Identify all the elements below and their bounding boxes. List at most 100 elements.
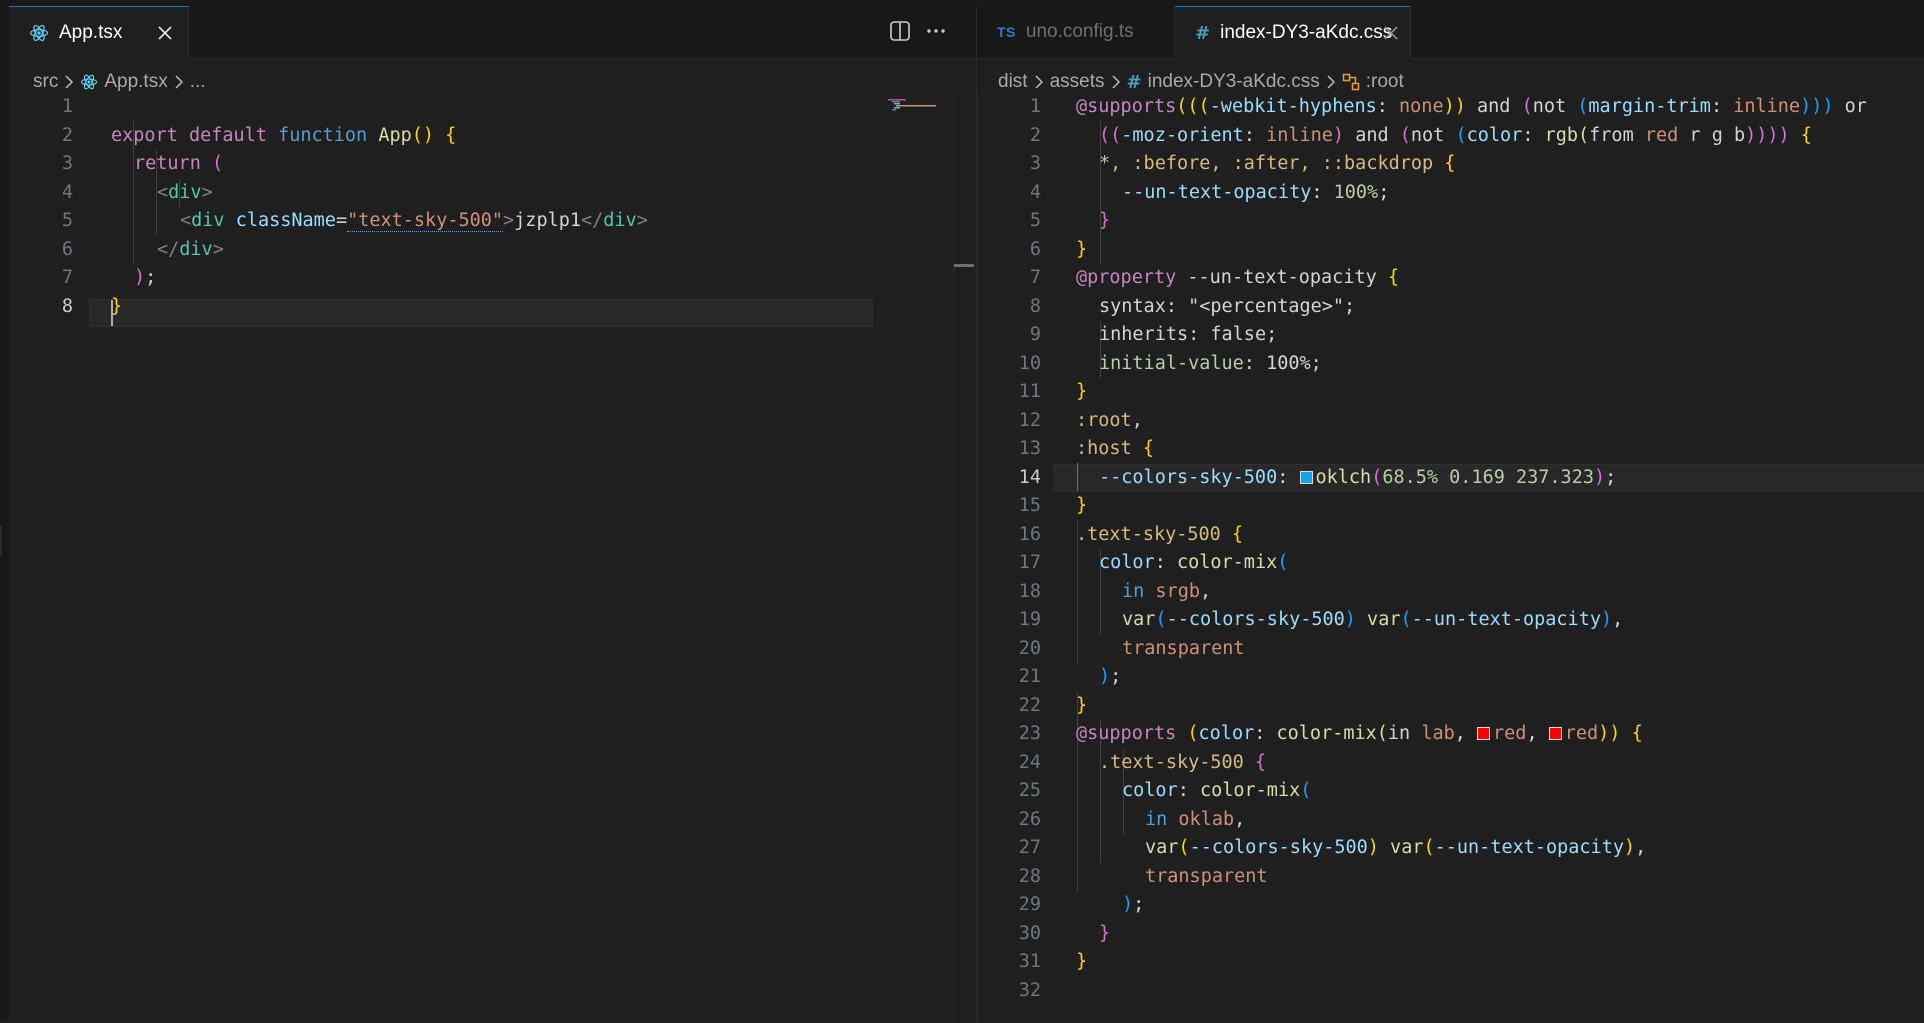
color-swatch[interactable] bbox=[1477, 727, 1491, 740]
code-line: 4 <div className="text-sky-500">jzplp1</… bbox=[9, 179, 976, 232]
breadcrumb-folder[interactable]: dist bbox=[998, 71, 1028, 93]
token: in bbox=[1145, 808, 1179, 830]
css-icon: # bbox=[1126, 71, 1142, 93]
breadcrumb-file[interactable]: App.tsx bbox=[104, 71, 167, 93]
line-number: 20 bbox=[1018, 637, 1041, 659]
code-line: 3 <div> bbox=[9, 150, 976, 203]
token: ) bbox=[1332, 124, 1345, 146]
token: ; bbox=[1378, 181, 1390, 203]
token: color bbox=[1122, 780, 1178, 801]
line-number: 32 bbox=[1018, 979, 1041, 1001]
chevron-right-icon bbox=[1111, 75, 1121, 89]
sash-marker[interactable] bbox=[0, 526, 2, 556]
more-actions-icon[interactable] bbox=[925, 20, 947, 47]
token: , bbox=[1612, 609, 1624, 630]
token: --colors-sky-500 bbox=[1166, 609, 1345, 630]
line-number: 8 bbox=[1029, 295, 1041, 317]
code-line: 17 color: color-mix( bbox=[977, 549, 1924, 578]
line-number: 4 bbox=[61, 181, 73, 203]
token: , bbox=[1454, 723, 1478, 744]
token: ) bbox=[1593, 466, 1606, 488]
token: ( bbox=[1300, 780, 1312, 801]
line-number: 9 bbox=[1029, 324, 1041, 345]
token: "<percentage>" bbox=[1176, 295, 1345, 317]
token: in bbox=[1122, 580, 1156, 602]
line-number: 15 bbox=[1018, 495, 1041, 516]
token: ( bbox=[1521, 96, 1533, 117]
token: red bbox=[1644, 124, 1679, 146]
token: -moz-orient bbox=[1121, 124, 1244, 146]
token: in bbox=[1387, 723, 1422, 744]
line-number: 21 bbox=[1018, 666, 1041, 687]
token: lab bbox=[1421, 723, 1455, 744]
breadcrumb-symbol[interactable]: :root bbox=[1366, 71, 1404, 93]
token: , bbox=[1131, 409, 1143, 431]
token: ; bbox=[1133, 894, 1145, 915]
code-line: 9 inherits: false; bbox=[977, 321, 1924, 350]
token: srgb bbox=[1155, 580, 1200, 602]
token: ( bbox=[1577, 96, 1589, 117]
code-line: 5 </div> bbox=[9, 207, 976, 260]
code-line: 6} bbox=[977, 236, 1924, 265]
token: color bbox=[1466, 124, 1523, 146]
token: color-mix bbox=[1165, 552, 1278, 573]
token: inline bbox=[1254, 124, 1333, 146]
code-line: 12:root, bbox=[977, 407, 1924, 436]
split-editor-icon[interactable] bbox=[889, 20, 911, 47]
minimap[interactable] bbox=[884, 97, 944, 118]
token: ) bbox=[1600, 609, 1613, 630]
token: } bbox=[1076, 381, 1088, 402]
token: var bbox=[1145, 837, 1179, 858]
text-cursor bbox=[111, 300, 113, 326]
code-line: 29); bbox=[977, 891, 1924, 920]
code-editor-left[interactable]: 1 export default function App() { 2 retu… bbox=[9, 93, 976, 1023]
token: --colors-sky-500 bbox=[1099, 466, 1278, 488]
token: : bbox=[1311, 181, 1323, 203]
token: not bbox=[1532, 96, 1578, 117]
token: false bbox=[1199, 324, 1267, 345]
scrollbar-thumb[interactable] bbox=[954, 264, 974, 267]
close-icon[interactable] bbox=[153, 21, 177, 45]
token: var bbox=[1122, 609, 1156, 630]
token: } bbox=[1076, 951, 1088, 972]
line-number: 8 bbox=[61, 295, 73, 317]
token: and bbox=[1465, 96, 1522, 117]
token: , :before, :after, ::backdrop bbox=[1110, 153, 1434, 174]
sash-divider[interactable] bbox=[977, 93, 978, 1023]
color-swatch[interactable] bbox=[1299, 470, 1313, 484]
token: : bbox=[1188, 324, 1200, 345]
tab-uno-config[interactable]: TS uno.config.ts bbox=[977, 6, 1175, 58]
line-number: 2 bbox=[1029, 124, 1041, 146]
code-editor-right[interactable]: 1 @supports(((-webkit-hyphens: none)) and… bbox=[977, 93, 1924, 1023]
line-number: 27 bbox=[1018, 837, 1041, 858]
breadcrumb-folder[interactable]: assets bbox=[1050, 71, 1105, 93]
token: ) bbox=[1344, 609, 1356, 630]
editor-actions bbox=[889, 20, 947, 47]
line-number: 25 bbox=[1018, 780, 1041, 801]
token: * bbox=[1099, 153, 1111, 174]
token: --un-text-opacity bbox=[1434, 837, 1624, 858]
line-number: 1 bbox=[61, 96, 73, 117]
tab-app-tsx[interactable]: App.tsx bbox=[9, 6, 189, 59]
token: ((( bbox=[1176, 96, 1210, 117]
token: --un-text-opacity bbox=[1122, 181, 1312, 203]
breadcrumb-folder[interactable]: src bbox=[33, 71, 58, 93]
token: )))) bbox=[1745, 124, 1790, 146]
chevron-right-icon bbox=[1034, 75, 1044, 89]
typescript-icon: TS bbox=[997, 24, 1016, 40]
token: r g b bbox=[1678, 124, 1746, 146]
breadcrumb-file[interactable]: index-DY3-aKdc.css bbox=[1148, 71, 1320, 93]
color-swatch[interactable] bbox=[1548, 727, 1562, 740]
line-number: 1 bbox=[1029, 96, 1041, 117]
token: { bbox=[1376, 267, 1400, 288]
breadcrumb-ellipsis[interactable]: ... bbox=[190, 71, 206, 93]
code-line: 16 .text-sky-500 { bbox=[977, 521, 1924, 550]
line-number: 7 bbox=[1029, 267, 1041, 288]
token: initial-value bbox=[1099, 352, 1244, 374]
line-number: 29 bbox=[1018, 894, 1041, 915]
scrollbar-left[interactable] bbox=[953, 93, 954, 1023]
tab-index-css[interactable]: # index-DY3-aKdc.css bbox=[1175, 6, 1411, 59]
close-icon[interactable] bbox=[1379, 21, 1403, 45]
token: ( bbox=[1371, 466, 1383, 488]
code-line: 5} bbox=[977, 207, 1924, 236]
